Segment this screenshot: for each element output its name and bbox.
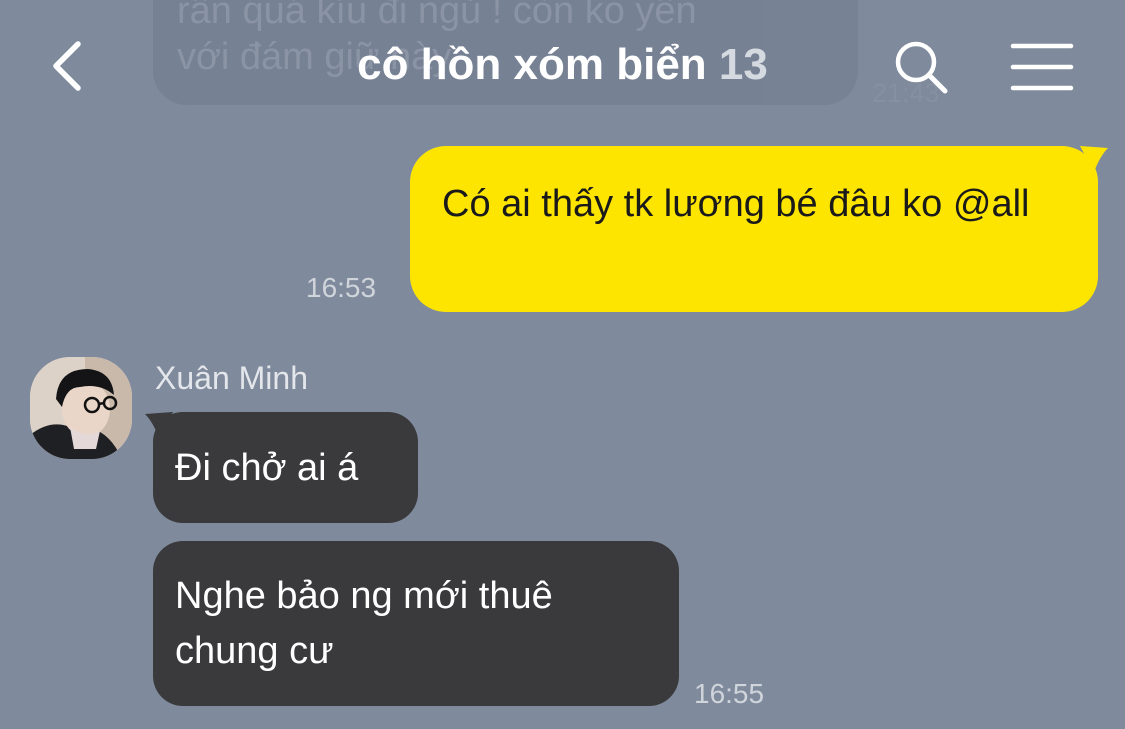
avatar-image [30,357,132,459]
chat-screen: rần quá kíu đi ngủ ! còn ko yên với đám … [0,0,1125,729]
received-message-bubble[interactable]: Nghe bảo ng mới thuê chung cư [153,541,679,706]
avatar[interactable] [30,357,132,459]
sender-name: Xuân Minh [155,360,308,396]
received-message-text: Nghe bảo ng mới thuê chung cư [175,575,553,672]
chat-title[interactable]: cô hồn xóm biển 13 [0,40,1125,90]
received-message-bubble[interactable]: Đi chở ai á [153,412,418,523]
my-message-time: 16:53 [306,272,377,303]
menu-button[interactable] [1008,40,1076,96]
search-icon [895,41,948,94]
my-message-bubble[interactable]: Có ai thấy tk lương bé đâu ko @all [410,146,1098,312]
my-message-text: Có ai thấy tk lương bé đâu ko @all [442,183,1030,225]
received-message-text: Đi chở ai á [175,447,359,489]
member-count: 13 [718,40,768,89]
chat-header: cô hồn xóm biển 13 [0,0,1125,130]
search-button[interactable] [890,36,954,100]
received-message-time: 16:55 [694,678,765,709]
chat-room-name: cô hồn xóm biển [357,40,707,89]
hamburger-menu-icon [1010,43,1074,91]
